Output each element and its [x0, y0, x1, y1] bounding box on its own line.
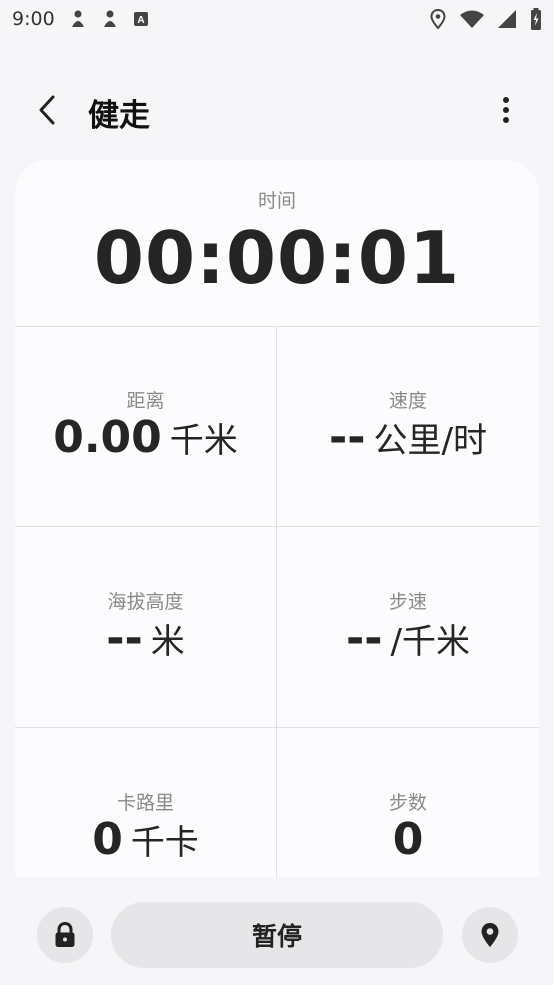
notification-icon	[101, 9, 119, 29]
bottom-controls: 暂停	[0, 900, 554, 972]
time-value: 00:00:01	[93, 216, 461, 300]
status-left: 9:00 A	[12, 8, 149, 30]
metric-unit: 公里/时	[373, 421, 487, 461]
wifi-icon	[460, 10, 484, 28]
notification-icon	[69, 9, 87, 29]
metrics-grid: 距离 0.00 千米 速度 -- 公里/时 海拔高度 -- 米 步速 -- /千…	[15, 326, 539, 877]
metric-label: 速度	[388, 390, 427, 412]
app-header: 健走	[0, 78, 554, 142]
battery-charging-icon	[530, 8, 542, 30]
metric-altitude: 海拔高度 -- 米	[15, 527, 277, 727]
status-right	[430, 8, 542, 30]
metric-number: --	[106, 613, 143, 664]
time-panel: 时间 00:00:01	[15, 160, 539, 327]
metric-value: 0 千卡	[15, 814, 276, 865]
metric-value: 0	[277, 814, 539, 865]
metric-unit: 千米	[169, 421, 238, 461]
metric-label: 卡路里	[116, 792, 174, 814]
chevron-left-icon	[39, 95, 55, 125]
metric-number: 0	[92, 814, 123, 865]
metric-label: 步速	[388, 591, 427, 613]
metric-distance: 距离 0.00 千米	[15, 326, 277, 526]
metrics-row: 海拔高度 -- 米 步速 --/千米	[15, 527, 539, 728]
metric-value: 0.00 千米	[15, 412, 276, 463]
pause-button[interactable]: 暂停	[111, 902, 443, 968]
status-time: 9:00	[12, 8, 55, 30]
time-label: 时间	[257, 190, 296, 212]
metric-label: 距离	[126, 390, 165, 412]
metric-value: -- 公里/时	[277, 412, 539, 463]
location-icon	[430, 9, 446, 29]
metric-value: -- 米	[15, 613, 276, 664]
more-options-button[interactable]	[488, 92, 524, 128]
metric-label: 步数	[388, 792, 427, 814]
signal-icon	[498, 10, 516, 28]
metric-number: 0	[392, 814, 424, 865]
svg-text:A: A	[137, 15, 144, 26]
back-button[interactable]	[30, 92, 66, 128]
metrics-row: 卡路里 0 千卡 步数 0	[15, 728, 539, 877]
metric-pace: 步速 --/千米	[277, 527, 539, 727]
more-vertical-icon	[503, 97, 509, 123]
metric-speed: 速度 -- 公里/时	[277, 326, 539, 526]
location-pin-icon	[481, 923, 499, 947]
lock-button[interactable]	[37, 907, 93, 963]
status-bar: 9:00 A	[0, 0, 554, 38]
metric-number: --	[346, 613, 383, 664]
metric-unit: /千米	[390, 622, 470, 662]
map-button[interactable]	[462, 907, 518, 963]
metric-steps: 步数 0	[277, 728, 539, 877]
metrics-row: 距离 0.00 千米 速度 -- 公里/时	[15, 326, 539, 527]
metric-unit: 米	[150, 622, 185, 662]
metric-number: --	[329, 412, 366, 463]
metric-label: 海拔高度	[107, 591, 184, 613]
metric-calories: 卡路里 0 千卡	[15, 728, 277, 877]
lock-icon	[55, 922, 75, 947]
page-title: 健走	[88, 98, 150, 134]
metric-unit: 千卡	[130, 823, 199, 863]
metric-value: --/千米	[277, 613, 539, 664]
metric-number: 0.00	[53, 412, 162, 463]
keyboard-a-icon: A	[133, 11, 149, 27]
workout-metrics-card: 时间 00:00:01 距离 0.00 千米 速度 -- 公里/时 海拔高度 -- 米	[15, 160, 539, 877]
